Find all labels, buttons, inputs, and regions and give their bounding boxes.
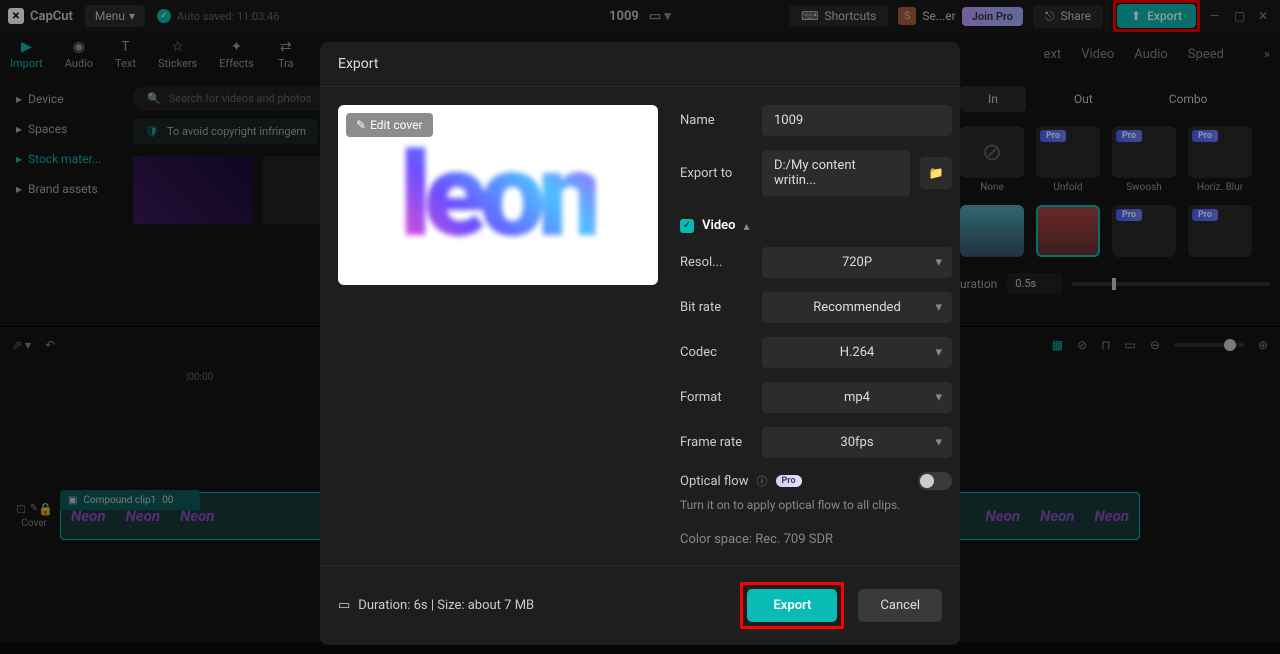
framerate-label: Frame rate (680, 435, 752, 450)
film-icon: ▭ (338, 598, 350, 613)
resolution-label: Resol... (680, 255, 752, 270)
bitrate-select[interactable]: Recommended (762, 292, 952, 323)
name-label: Name (680, 113, 752, 128)
codec-label: Codec (680, 345, 752, 360)
codec-select[interactable]: H.264 (762, 337, 952, 368)
export-modal: Export ✎ Edit cover leon Name Exp (320, 42, 960, 645)
export-to-label: Export to (680, 166, 752, 181)
pencil-icon: ✎ (356, 118, 366, 132)
preview-text: leon (400, 127, 597, 264)
export-confirm-button[interactable]: Export (747, 589, 837, 622)
footer-info-text: Duration: 6s | Size: about 7 MB (358, 598, 534, 613)
collapse-icon[interactable]: ▴ (744, 219, 750, 233)
color-space-label: Color space: Rec. 709 SDR (680, 532, 952, 547)
format-select[interactable]: mp4 (762, 382, 952, 413)
info-icon[interactable]: ⓘ (757, 473, 768, 489)
browse-folder-button[interactable]: 📁 (920, 157, 952, 189)
optical-flow-label: Optical flow (680, 474, 749, 489)
modal-title: Export (320, 42, 960, 87)
pro-badge: Pro (776, 475, 802, 487)
optical-flow-hint: Turn it on to apply optical flow to all … (680, 498, 952, 512)
optical-flow-toggle[interactable] (918, 472, 952, 490)
cancel-button[interactable]: Cancel (858, 589, 942, 622)
folder-icon: 📁 (929, 166, 944, 180)
video-checkbox[interactable]: ✓ (680, 219, 694, 233)
video-section-label: Video (702, 218, 736, 233)
export-path: D:/My content writin... (762, 150, 910, 196)
format-label: Format (680, 390, 752, 405)
resolution-select[interactable]: 720P (762, 247, 952, 278)
bitrate-label: Bit rate (680, 300, 752, 315)
name-input[interactable] (762, 105, 952, 136)
framerate-select[interactable]: 30fps (762, 427, 952, 458)
export-preview: ✎ Edit cover leon (338, 105, 658, 285)
